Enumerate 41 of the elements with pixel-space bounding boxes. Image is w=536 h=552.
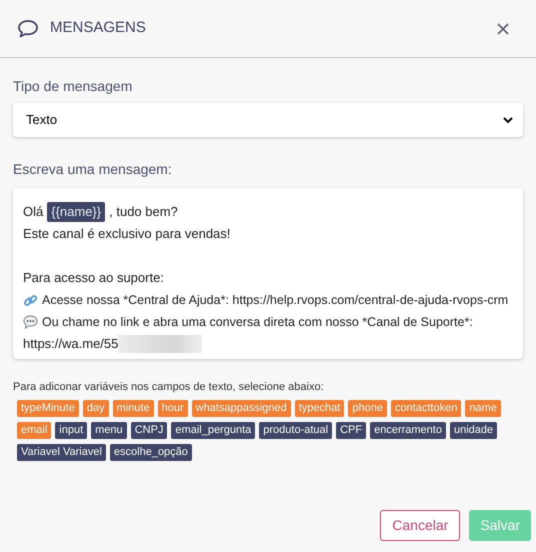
message-text-area[interactable] [13,188,523,359]
variable-tag[interactable]: CNPJ [130,422,168,438]
variable-tag[interactable]: menu [91,422,127,438]
variable-tag[interactable]: CPF [336,422,366,438]
message-text: Este canal é exclusivo para vendas! [23,225,230,243]
variable-tag[interactable]: whatsappassigned [192,400,291,416]
variable-tag[interactable]: escolhe_opção [110,444,192,460]
variable-tag: {{name}} [47,202,106,222]
message-text: Acesse nossa *Central de Ajuda*: https://help.rvops.com/central-de-ajuda-rvops-crm [42,292,508,309]
message-text: https://wa.me/55 [23,335,118,353]
speech-bubble-icon [23,315,38,329]
variable-tag[interactable]: unidade [450,422,498,438]
speech-bubble-icon [17,18,39,38]
select-value: Texto [26,111,58,130]
variable-tag[interactable]: produto-atual [259,422,332,438]
variable-tag[interactable]: input [55,422,88,438]
field-label: Escreva uma mensagem: [13,160,173,179]
variable-tag[interactable]: contacttoken [390,400,462,416]
field-label: Tipo de mensagem [13,77,134,96]
message-type-select[interactable]: Texto [13,103,523,137]
variable-tag[interactable]: email [17,422,52,438]
link-icon [23,292,38,308]
message-text: Para acesso ao suporte: [23,269,164,287]
variables-hint: Para adiconar variáveis nos campos de texto, selecione abaixo: [13,380,325,395]
message-text: , tudo bem? [109,203,178,221]
variable-tag[interactable]: typechat [294,400,344,416]
variable-tag[interactable]: email_pergunta [171,422,256,438]
close-icon [497,22,509,34]
variable-tag[interactable]: Variavel Variavel [17,444,106,460]
dialog-title: MENSAGENS [50,18,146,38]
cancel-button[interactable]: Cancelar [380,510,460,541]
variable-tag[interactable]: day [82,400,109,416]
variable-tag[interactable]: typeMinute [17,400,79,416]
message-text: Olá [23,203,44,221]
variable-tag[interactable]: encerramento [370,422,446,438]
chevron-down-icon [503,116,513,124]
variable-tag[interactable]: hour [158,400,188,416]
variable-tag[interactable]: phone [348,400,387,416]
message-text: Ou chame no link e abra uma conversa direta com nosso *Canal de Suporte*: [42,314,473,331]
variable-tag[interactable]: name [465,400,501,416]
variable-tag[interactable]: minute [112,400,154,416]
